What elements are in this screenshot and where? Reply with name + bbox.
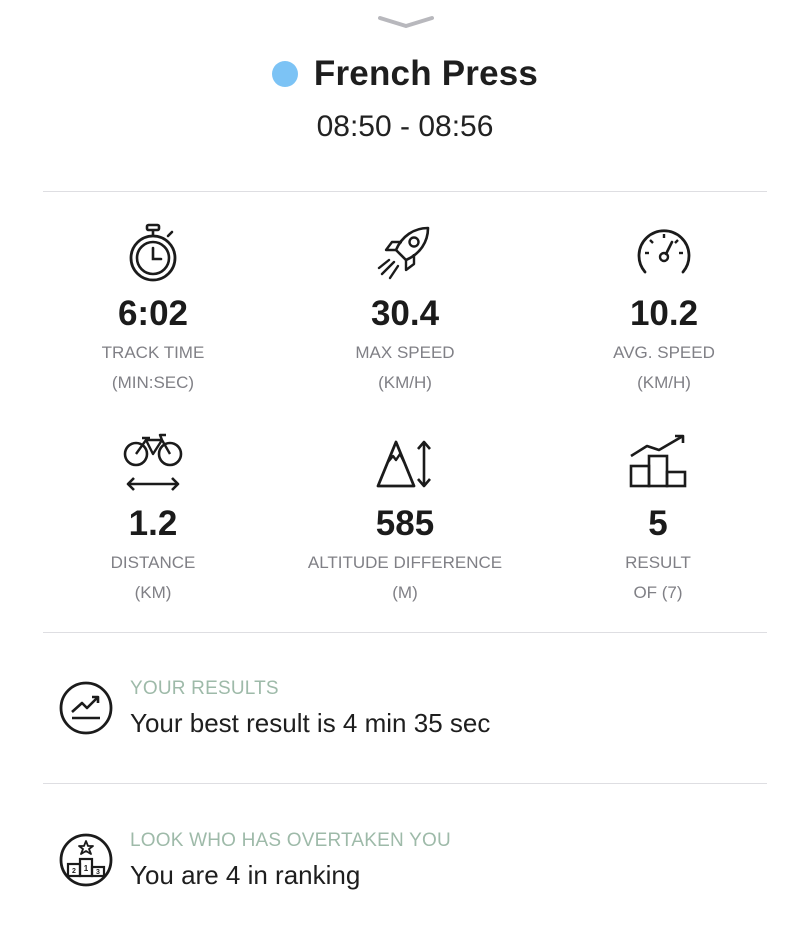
results-text: Your best result is 4 min 35 sec (130, 708, 491, 738)
stat-unit: OF (7) (633, 583, 683, 602)
track-color-dot (271, 61, 298, 87)
rocket-icon (377, 226, 430, 280)
stat-label: RESULT (625, 553, 691, 572)
bicycle-distance-icon (123, 433, 183, 491)
stat-unit: (M) (392, 583, 418, 602)
svg-text:2: 2 (72, 868, 76, 875)
stat-value: 30.4 (370, 294, 440, 333)
stat-value: 6:02 (117, 294, 189, 333)
stat-label: DISTANCE (110, 553, 196, 572)
stat-label: MAX SPEED (355, 343, 455, 362)
stat-result: 5 RESULT OF (7) (528, 432, 788, 604)
stat-value: 10.2 (629, 294, 699, 333)
divider (43, 783, 767, 784)
trend-up-circle-icon (59, 681, 113, 735)
stat-value: 1.2 (128, 504, 178, 543)
stat-unit: (KM/H) (637, 373, 691, 392)
stat-label: AVG. SPEED (613, 343, 715, 362)
results-heading: YOUR RESULTS (130, 678, 279, 699)
collapse-handle[interactable] (378, 14, 434, 30)
svg-text:1: 1 (84, 864, 89, 873)
your-results-row[interactable]: YOUR RESULTS Your best result is 4 min 3… (58, 678, 758, 790)
stat-max-speed: 30.4 MAX SPEED (KM/H) (275, 222, 535, 394)
stat-unit: (KM/H) (378, 373, 432, 392)
divider (43, 191, 767, 192)
stat-unit: (KM) (134, 583, 172, 602)
svg-text:3: 3 (96, 869, 100, 876)
stat-distance: 1.2 DISTANCE (KM) (23, 432, 283, 604)
stat-avg-speed: 10.2 AVG. SPEED (KM/H) (534, 222, 794, 394)
track-header: French Press 08:50 - 08:56 (0, 52, 810, 144)
overtaken-heading: LOOK WHO HAS OVERTAKEN YOU (130, 830, 451, 851)
stat-unit: (MIN:SEC) (111, 373, 195, 392)
stat-label: TRACK TIME (101, 343, 205, 362)
divider (43, 632, 767, 633)
stat-value: 5 (648, 504, 668, 543)
overtaken-text: You are 4 in ranking (130, 860, 361, 890)
podium-circle-icon: 1 2 3 (59, 833, 113, 887)
chevron-down-icon[interactable] (378, 14, 434, 30)
stat-value: 585 (375, 504, 435, 543)
stat-track-time: 6:02 TRACK TIME (MIN:SEC) (23, 222, 283, 394)
track-title: French Press (313, 54, 539, 93)
stopwatch-icon (129, 223, 177, 282)
overtaken-row[interactable]: 1 2 3 LOOK WHO HAS OVERTAKEN YOU You are… (58, 830, 758, 942)
stat-altitude: 585 ALTITUDE DIFFERENCE (M) (275, 432, 535, 604)
speedometer-icon (637, 229, 691, 274)
time-range: 08:50 - 08:56 (316, 110, 494, 143)
podium-trend-icon (629, 434, 687, 488)
mountain-altitude-icon (376, 440, 431, 488)
stat-label: ALTITUDE DIFFERENCE (307, 553, 503, 572)
